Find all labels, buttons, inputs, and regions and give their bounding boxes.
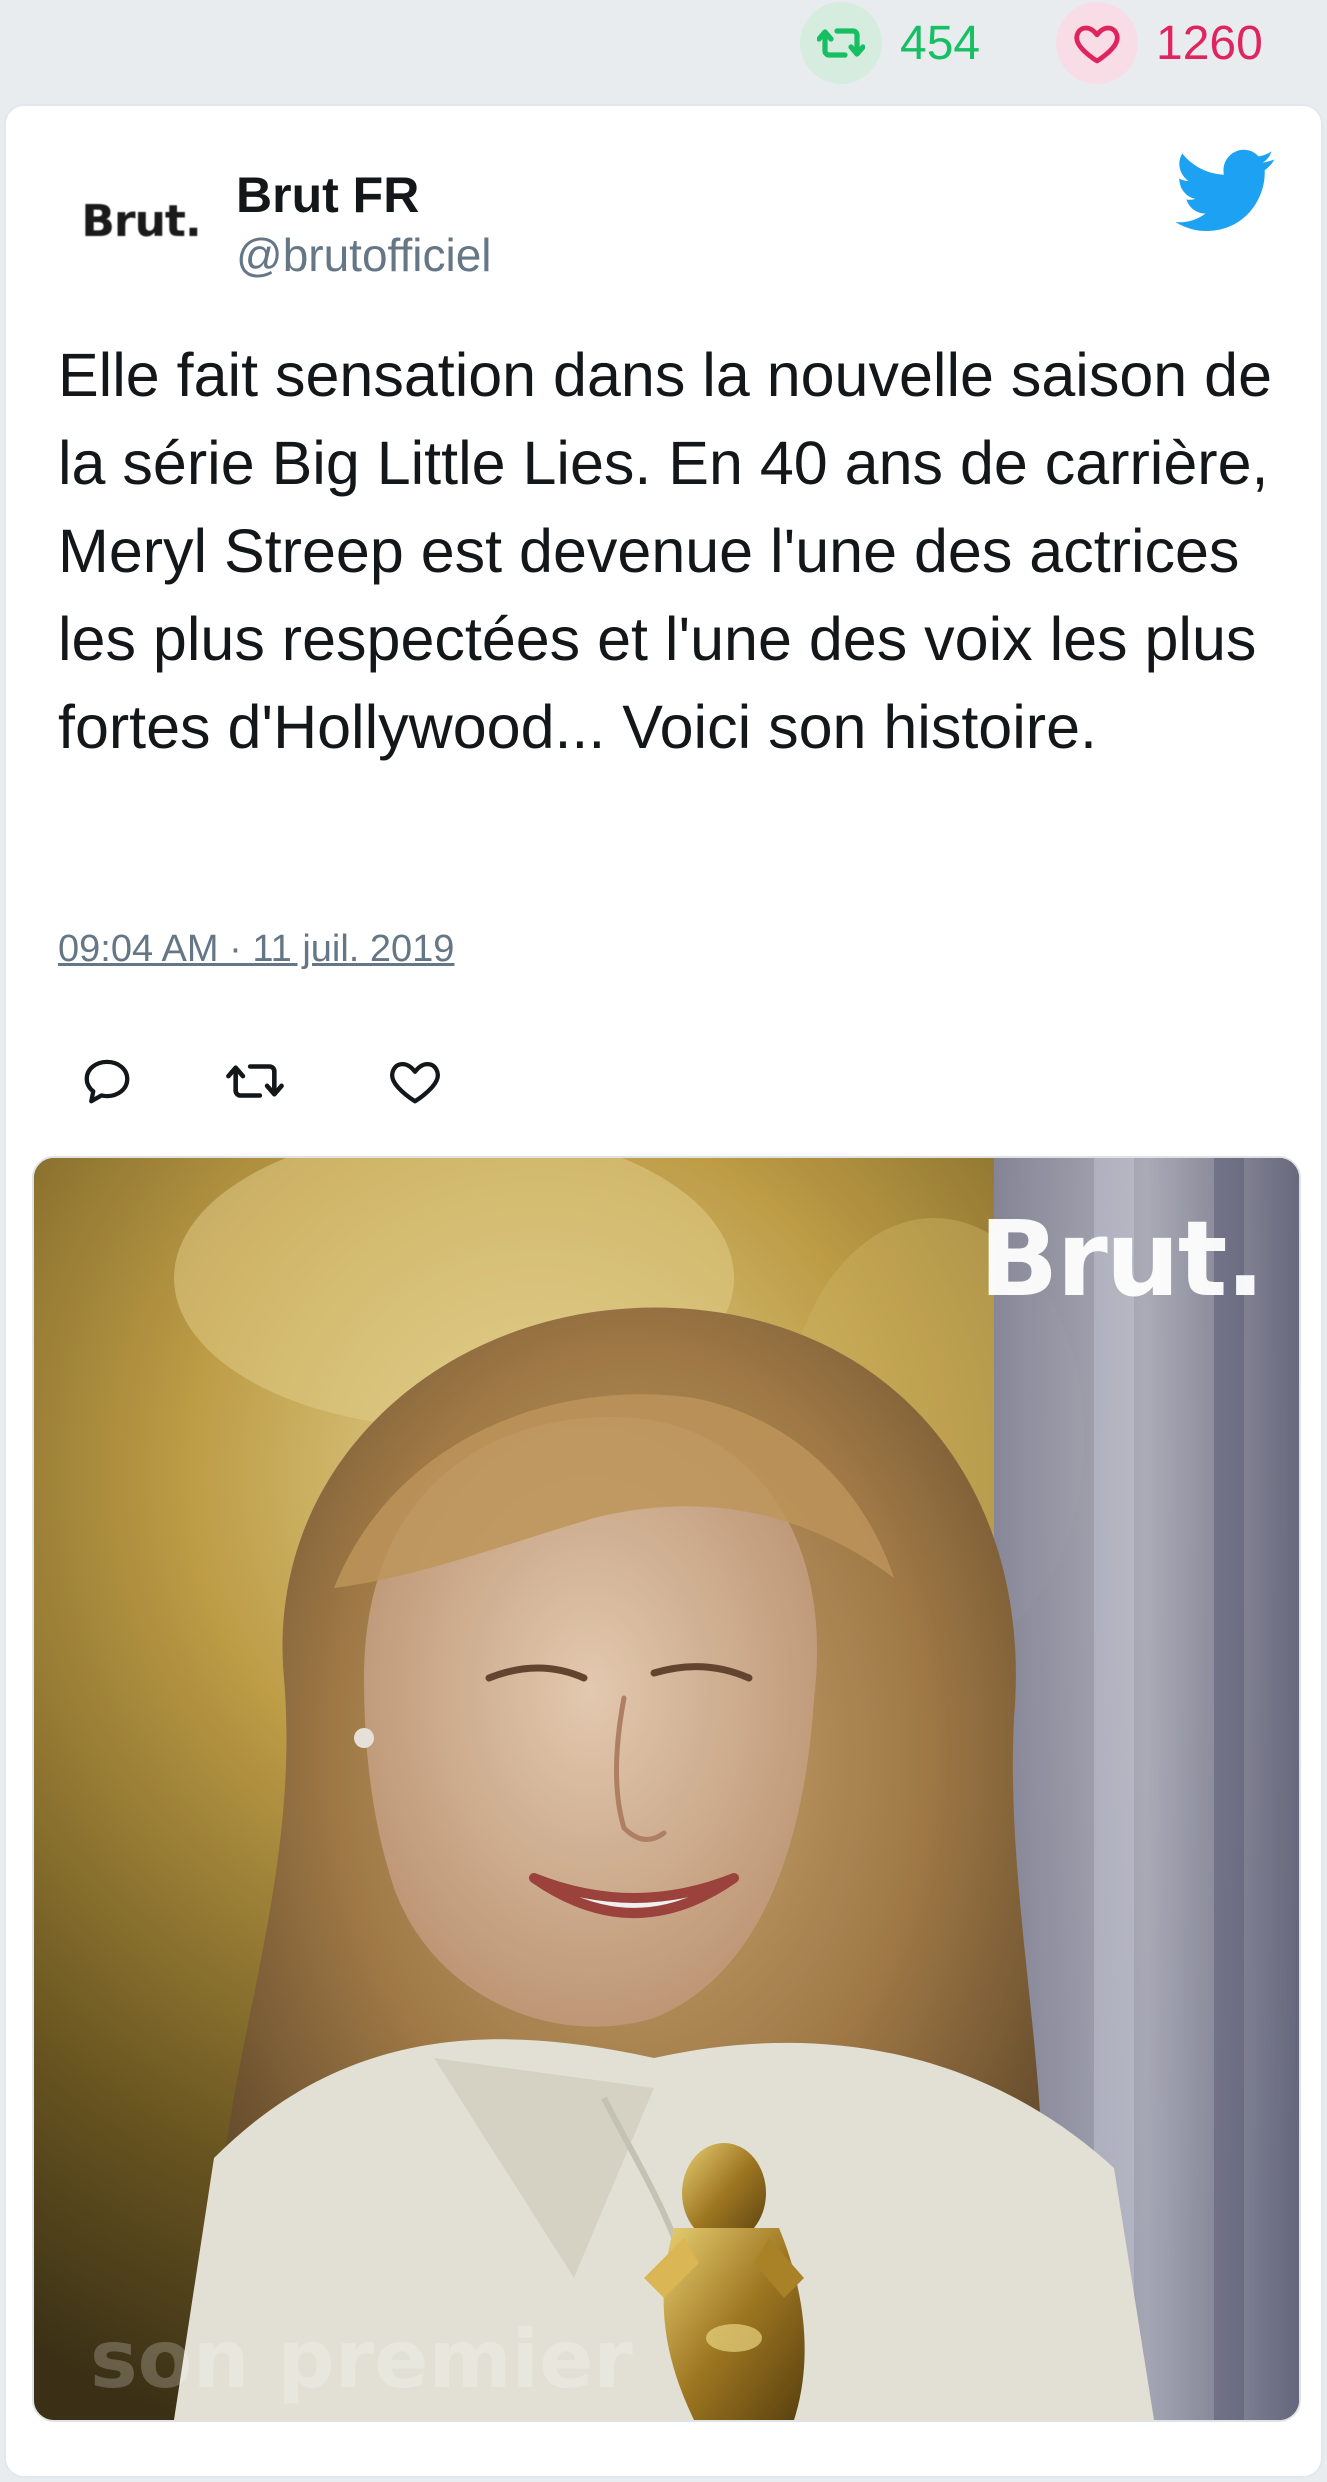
like-count: 1260 <box>1156 16 1263 70</box>
retweet-stat[interactable]: 454 <box>800 2 981 84</box>
reply-icon <box>84 1059 130 1104</box>
like-stat[interactable]: 1260 <box>1056 2 1263 84</box>
author-handle[interactable]: @brutofficiel <box>236 228 492 282</box>
heart-icon[interactable] <box>1056 2 1138 84</box>
video-frame-image <box>34 1158 1299 2420</box>
retweet-button[interactable] <box>220 1046 290 1116</box>
avatar-logo-text: Brut. <box>81 195 201 247</box>
author-name[interactable]: Brut FR <box>236 166 419 224</box>
twitter-bird-icon[interactable] <box>1176 148 1276 234</box>
like-button[interactable] <box>380 1046 450 1116</box>
avatar[interactable]: Brut. <box>56 166 226 276</box>
retweet-count: 454 <box>900 16 981 70</box>
reply-button[interactable] <box>72 1046 142 1116</box>
retweet-icon[interactable] <box>800 2 882 84</box>
retweet-icon <box>226 1064 284 1098</box>
heart-icon <box>390 1061 440 1104</box>
tweet-timestamp[interactable]: 09:04 AM · 11 juil. 2019 <box>58 928 454 971</box>
tweet-card: Brut. Brut FR @brutofficiel Elle fait se… <box>4 104 1323 2478</box>
brut-watermark-logo: Brut. <box>979 1198 1265 1320</box>
video-subtitle-caption: son premier <box>90 2313 633 2406</box>
engagement-bar: 454 1260 <box>0 0 1327 102</box>
tweet-text: Elle fait sensation dans la nouvelle sai… <box>58 341 1273 761</box>
tweet-video-thumbnail[interactable]: Brut. son premier <box>32 1156 1301 2422</box>
